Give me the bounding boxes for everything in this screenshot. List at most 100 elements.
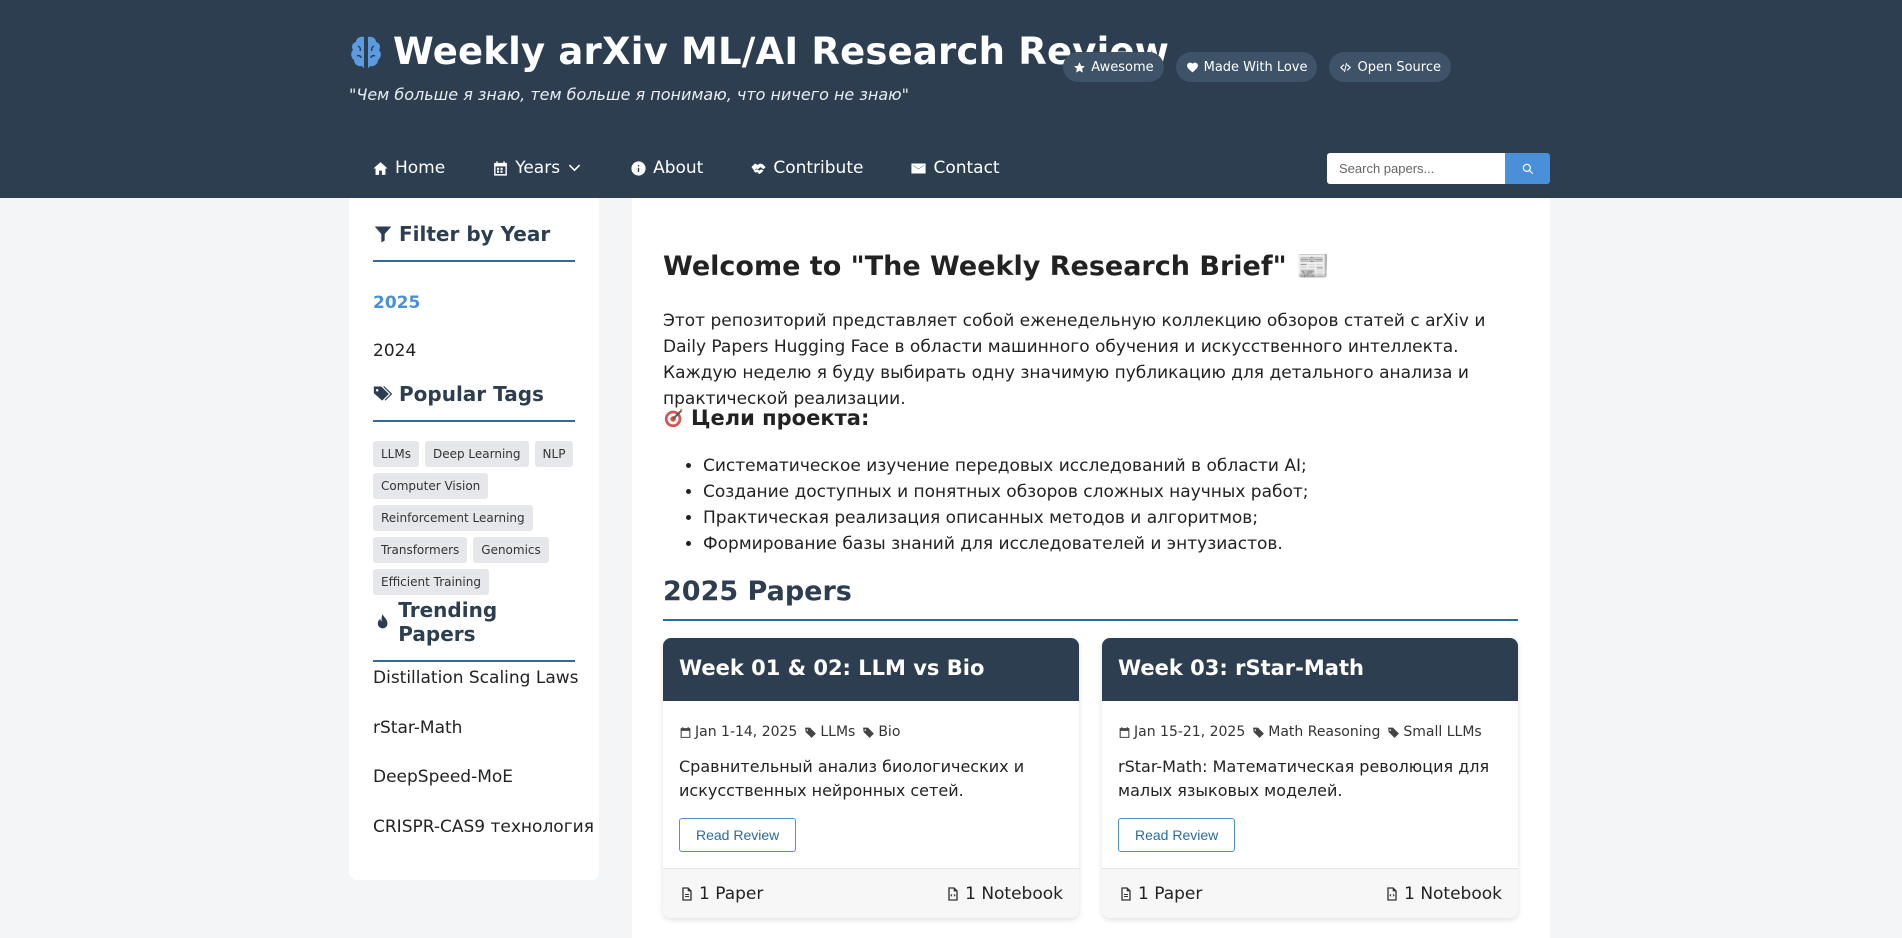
card-tag-label: Small LLMs [1403,724,1482,740]
tags-icon [373,386,393,401]
card-footer: 1 Paper 1 Notebook [663,868,1079,918]
tag-llms[interactable]: LLMs [373,441,419,467]
main-content: Welcome to "The Weekly Research Brief" 📰… [632,198,1550,938]
filter-heading-label: Filter by Year [399,222,551,246]
fire-icon [377,613,388,629]
file-icon [682,886,692,901]
chevron-down-icon [568,164,581,171]
card-tag-label: Bio [878,724,901,740]
sidebar: Filter by Year 2025 2024 Popular Tags LL… [349,198,599,880]
search-input[interactable] [1327,153,1505,184]
card-title[interactable]: Week 03: rStar-Math [1102,638,1518,701]
goal-item: Формирование базы знаний для исследовате… [703,531,1309,557]
card-footer: 1 Paper 1 Notebook [1102,868,1518,918]
notebook-count-label: 1 Notebook [965,883,1063,904]
read-review-button[interactable]: Read Review [679,818,797,852]
card-tag-label: Math Reasoning [1268,724,1381,740]
main-nav: Home Years About Contribute Contact [372,158,1000,178]
code-file-icon [948,886,958,901]
trending-item[interactable]: rStar-Math [373,718,462,738]
tag-reinforcement-learning[interactable]: Reinforcement Learning [373,505,533,531]
trending-heading-label: Trending Papers [398,598,498,646]
card-tag[interactable]: Bio [862,724,900,740]
tag-nlp[interactable]: NLP [534,441,574,467]
tag-icon [1388,727,1400,738]
nav-about[interactable]: About [630,158,703,178]
search-box [1327,153,1550,184]
nav-label: Years [515,158,561,178]
paper-count[interactable]: 1 Paper [1118,884,1202,904]
heart-icon [1186,62,1198,72]
year-link-2025[interactable]: 2025 [373,293,420,313]
badge-label: Made With Love [1203,59,1308,75]
badge-label: Open Source [1357,59,1441,75]
notebook-count[interactable]: 1 Notebook [945,884,1063,904]
card-date-label: Jan 1-14, 2025 [695,724,798,740]
nav-years[interactable]: Years [492,158,583,178]
card-title[interactable]: Week 01 & 02: LLM vs Bio [663,638,1079,701]
trending-item[interactable]: CRISPR-CAS9 технология [373,817,594,837]
search-button[interactable] [1505,153,1550,184]
card-tag[interactable]: LLMs [804,724,855,740]
read-review-button[interactable]: Read Review [1118,818,1236,852]
tags-heading: Popular Tags [373,382,575,422]
tag-transformers[interactable]: Transformers [373,537,468,563]
tag-genomics[interactable]: Genomics [473,537,549,563]
file-icon [1121,886,1131,901]
site-title: Weekly arXiv ML/AI Research Review [393,30,1170,73]
site-header: Weekly arXiv ML/AI Research Review "Чем … [0,0,1902,198]
card-meta: Jan 1-14, 2025 LLMs Bio [679,724,900,740]
brand[interactable]: Weekly arXiv ML/AI Research Review [349,30,1169,73]
card-description: Сравнительный анализ биологических и иск… [679,757,1025,800]
nav-label: Contact [933,158,1000,178]
badge-open-source[interactable]: Open Source [1329,52,1451,82]
filter-heading: Filter by Year [373,222,575,262]
nav-home[interactable]: Home [372,158,445,178]
tag-efficient-training[interactable]: Efficient Training [373,569,489,595]
code-file-icon [1387,886,1397,901]
tagline: "Чем больше я знаю, тем больше я понимаю… [349,85,909,104]
goals-heading-label: Цели проекта: [691,406,870,430]
calendar-icon [680,726,691,738]
card-description: rStar-Math: Математическая революция для… [1118,757,1490,800]
trending-item[interactable]: DeepSpeed-MoE [373,767,513,787]
card-tag-label: LLMs [820,724,856,740]
nav-label: Home [395,158,446,178]
info-icon [631,160,646,176]
badge-group: Awesome Made With Love Open Source [1063,52,1451,82]
goal-item: Систематическое изучение передовых иссле… [703,453,1309,479]
goal-item: Практическая реализация описанных методо… [703,505,1309,531]
welcome-heading: Welcome to "The Weekly Research Brief" 📰 [663,251,1330,282]
card-tag[interactable]: Math Reasoning [1252,724,1380,740]
goal-item: Создание доступных и понятных обзоров сл… [703,479,1309,505]
goals-heading: Цели проекта: [663,406,869,430]
search-icon [1522,163,1533,174]
tag-cloud: LLMs Deep Learning NLP Computer Vision R… [373,441,583,595]
badge-awesome[interactable]: Awesome [1063,52,1164,82]
nav-contact[interactable]: Contact [910,158,1000,178]
tags-heading-label: Popular Tags [399,382,544,406]
card-date: Jan 1-14, 2025 [679,724,797,740]
tag-deep-learning[interactable]: Deep Learning [424,441,529,467]
card-tag[interactable]: Small LLMs [1387,724,1482,740]
star-icon [1074,61,1086,73]
target-icon [664,408,683,428]
nav-label: About [653,158,704,178]
card-date: Jan 15-21, 2025 [1118,724,1245,740]
notebook-count[interactable]: 1 Notebook [1384,884,1502,904]
nav-contribute[interactable]: Contribute [750,158,863,178]
tag-computer-vision[interactable]: Computer Vision [373,473,489,499]
calendar-icon [1119,726,1130,738]
paper-count[interactable]: 1 Paper [679,884,763,904]
badge-made-with-love[interactable]: Made With Love [1175,52,1318,82]
year-link-2024[interactable]: 2024 [373,341,416,361]
paper-count-label: 1 Paper [699,883,764,904]
code-icon [1340,62,1352,72]
trending-item[interactable]: Distillation Scaling Laws [373,668,579,688]
goals-list: Систематическое изучение передовых иссле… [703,453,1309,557]
notebook-count-label: 1 Notebook [1404,883,1502,904]
year-papers-heading: 2025 Papers [663,576,1518,621]
paper-card: Week 01 & 02: LLM vs Bio Jan 1-14, 2025 … [663,638,1079,918]
nav-label: Contribute [773,158,864,178]
trending-heading: Trending Papers [373,598,575,662]
